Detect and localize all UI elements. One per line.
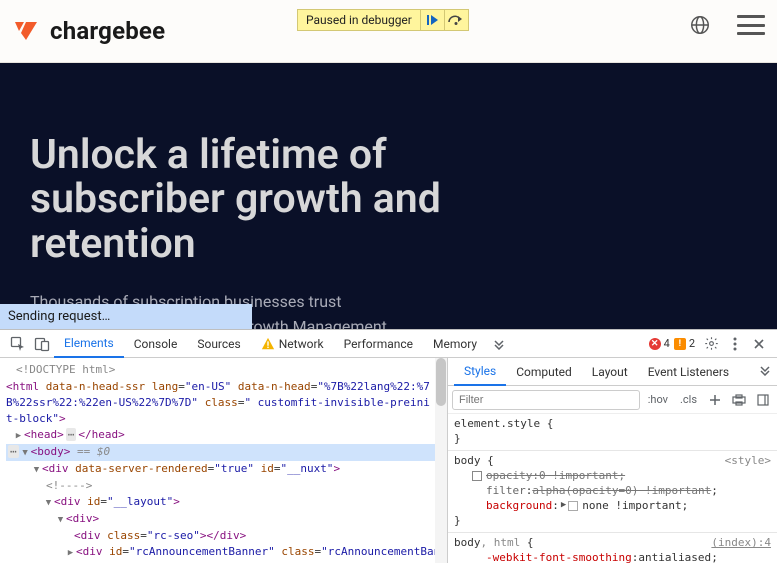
cls-toggle[interactable]: .cls: [676, 393, 701, 406]
styles-filter-row: :hov .cls: [448, 386, 777, 414]
dom-doctype: <!DOCTYPE html>: [16, 363, 115, 376]
toggle-print-media-button[interactable]: [729, 390, 749, 410]
styles-tab-bar: Styles Computed Layout Event Listeners: [448, 358, 777, 386]
device-toolbar-button[interactable]: [30, 332, 54, 356]
tab-network-label: Network: [279, 337, 324, 351]
toggle-computed-sidebar-button[interactable]: [753, 390, 773, 410]
dom-panel[interactable]: <!DOCTYPE html> <html data-n-head-ssr la…: [0, 358, 448, 563]
hov-toggle[interactable]: :hov: [644, 393, 672, 406]
header-controls: [689, 14, 765, 36]
new-style-rule-button[interactable]: [705, 390, 725, 410]
dom-node-rcseo[interactable]: <div class="rc-seo"></div>: [6, 528, 447, 544]
styles-panel: Styles Computed Layout Event Listeners :…: [448, 358, 777, 563]
debugger-paused-badge: Paused in debugger: [297, 9, 469, 31]
dom-node-div[interactable]: <div>: [6, 511, 447, 528]
error-icon: ✕: [649, 338, 661, 350]
stylesheet-source-link[interactable]: <style>: [725, 453, 771, 468]
tab-console[interactable]: Console: [124, 330, 188, 358]
tab-event-listeners[interactable]: Event Listeners: [638, 358, 739, 386]
hero-title: Unlock a lifetime of subscriber growth a…: [30, 133, 550, 266]
warning-count: 2: [689, 337, 695, 350]
devtools-panel: Elements Console Sources Network Perform…: [0, 329, 777, 563]
ellipsis-icon[interactable]: ⋯: [66, 428, 77, 441]
styles-rules[interactable]: element.style { } body {<style> opacity:…: [448, 414, 777, 563]
dom-scrollbar[interactable]: [435, 358, 447, 563]
debugger-paused-label: Paused in debugger: [298, 9, 420, 31]
dom-node-head[interactable]: <head>⋯</head>: [6, 427, 447, 444]
language-switcher-icon[interactable]: [689, 14, 711, 36]
warning-count-badge[interactable]: !2: [674, 337, 695, 350]
warning-icon: !: [674, 338, 686, 350]
brand-mark-icon: [12, 17, 40, 45]
dom-node-announcement[interactable]: <div id="rcAnnouncementBanner" class="rc…: [6, 544, 447, 561]
settings-button[interactable]: [699, 332, 723, 356]
expand-shorthand-icon[interactable]: ▶: [561, 498, 566, 513]
tab-styles[interactable]: Styles: [454, 358, 506, 386]
devtools-body: <!DOCTYPE html> <html data-n-head-ssr la…: [0, 358, 777, 563]
status-toast: Sending request…: [0, 304, 252, 329]
dom-node-html-cont2[interactable]: t-block">: [6, 411, 447, 427]
property-toggle-checkbox[interactable]: [472, 471, 482, 481]
tab-computed[interactable]: Computed: [506, 358, 582, 386]
dom-comment[interactable]: <!---->: [6, 478, 447, 494]
styles-filter-input[interactable]: [452, 390, 640, 410]
rule-element-style[interactable]: element.style { }: [454, 416, 771, 446]
rule-body-html[interactable]: body, html {(index):4 -webkit-font-smoot…: [454, 535, 771, 563]
console-counters[interactable]: ✕4 !2: [649, 337, 695, 350]
tab-layout[interactable]: Layout: [582, 358, 638, 386]
stylesheet-source-link[interactable]: (index):4: [711, 535, 771, 550]
site-header: chargebee Paused in debugger: [0, 0, 777, 63]
debugger-resume-button[interactable]: [420, 10, 444, 30]
dom-node-layout[interactable]: <div id="__layout">: [6, 494, 447, 511]
error-count-badge[interactable]: ✕4: [649, 337, 670, 350]
dom-node-html-cont[interactable]: B%22ssr%22:%22en-US%22%7D%7D" class=" cu…: [6, 395, 447, 411]
tab-performance[interactable]: Performance: [334, 330, 423, 358]
close-devtools-button[interactable]: [747, 332, 771, 356]
tab-network[interactable]: Network: [251, 330, 334, 358]
inspect-element-button[interactable]: [6, 332, 30, 356]
dom-scrollbar-thumb[interactable]: [436, 358, 446, 406]
more-styles-tabs-button[interactable]: [759, 364, 771, 379]
tab-memory[interactable]: Memory: [423, 330, 487, 358]
warning-icon: [261, 337, 275, 351]
rule-body-style[interactable]: body {<style> opacity: 0 !important; fil…: [454, 453, 771, 528]
tab-elements[interactable]: Elements: [54, 330, 124, 358]
menu-button[interactable]: [737, 15, 765, 35]
dom-node-body-selected[interactable]: ⋯<body> == $0: [6, 444, 447, 461]
devtools-tab-bar: Elements Console Sources Network Perform…: [0, 330, 777, 358]
tab-sources[interactable]: Sources: [187, 330, 250, 358]
dom-node-nuxt[interactable]: <div data-server-rendered="true" id="__n…: [6, 461, 447, 478]
hero-section: Unlock a lifetime of subscriber growth a…: [0, 63, 777, 329]
brand-logo[interactable]: chargebee: [12, 17, 165, 45]
color-swatch[interactable]: [568, 501, 578, 511]
devtools-menu-button[interactable]: [723, 332, 747, 356]
dom-node-html[interactable]: <html data-n-head-ssr lang="en-US" data-…: [6, 379, 447, 395]
ellipsis-icon[interactable]: ⋯: [8, 445, 19, 458]
error-count: 4: [664, 337, 670, 350]
more-tabs-button[interactable]: [487, 332, 511, 356]
debugger-step-over-button[interactable]: [444, 10, 468, 30]
brand-name: chargebee: [50, 17, 165, 45]
